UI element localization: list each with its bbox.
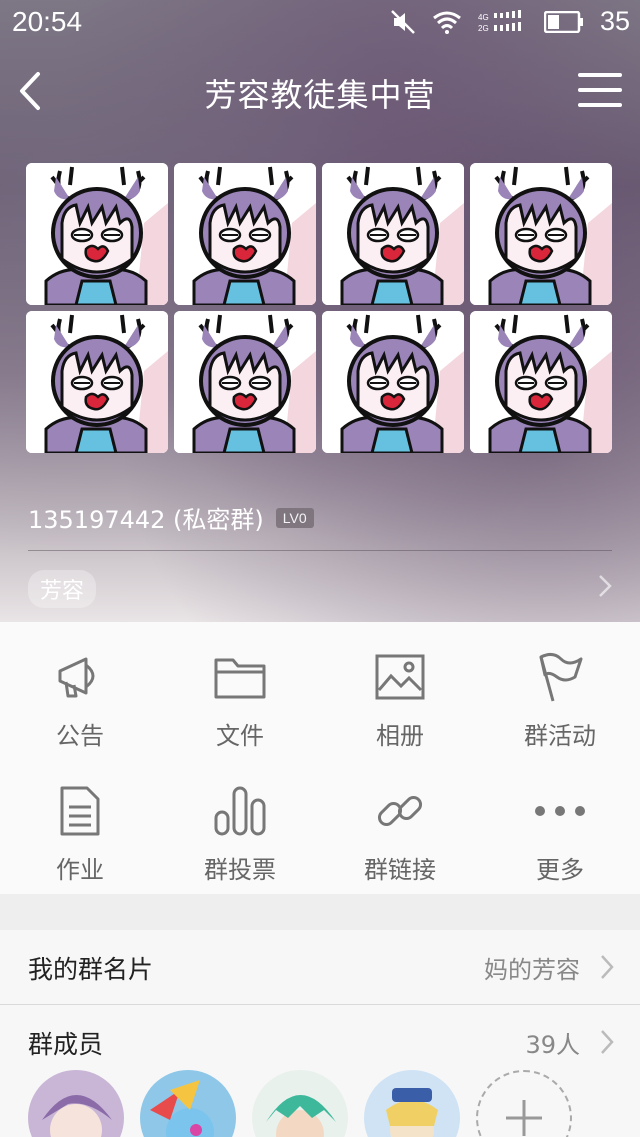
group-avatar-tile[interactable] xyxy=(26,311,168,453)
signal-icon: 4G 2G xyxy=(478,9,521,33)
divider xyxy=(28,550,612,551)
chevron-right-icon[interactable] xyxy=(598,574,612,598)
func-label: 公告 xyxy=(56,722,104,750)
group-avatar-tile[interactable] xyxy=(322,163,464,305)
group-avatar-tile[interactable] xyxy=(470,163,612,305)
hamburger-icon xyxy=(578,73,622,107)
add-member-button[interactable] xyxy=(476,1070,572,1137)
link-icon xyxy=(377,795,423,827)
chevron-right-icon xyxy=(601,955,614,979)
group-avatar-tile[interactable] xyxy=(174,311,316,453)
member-avatar[interactable] xyxy=(364,1070,460,1137)
folder-icon xyxy=(214,658,266,699)
wifi-icon xyxy=(433,11,461,34)
my-card-label: 我的群名片 xyxy=(28,955,154,984)
status-time: 20:54 xyxy=(12,6,83,37)
func-homework[interactable]: 作业 xyxy=(0,784,160,885)
mute-icon xyxy=(391,9,415,34)
level-badge: LV0 xyxy=(275,507,314,528)
member-avatar[interactable] xyxy=(252,1070,348,1137)
my-card-value: 妈的芳容 xyxy=(484,956,580,984)
group-tag[interactable]: 芳容 xyxy=(28,570,97,608)
member-avatar[interactable] xyxy=(28,1070,124,1137)
func-announcement[interactable]: 公告 xyxy=(0,650,160,751)
megaphone-icon xyxy=(58,657,95,698)
func-label: 群链接 xyxy=(364,856,436,884)
group-avatar-tile[interactable] xyxy=(470,311,612,453)
func-label: 群投票 xyxy=(204,856,276,884)
func-files[interactable]: 文件 xyxy=(160,650,320,751)
func-album[interactable]: 相册 xyxy=(320,650,480,751)
plus-icon xyxy=(506,1100,542,1136)
section-gap xyxy=(0,894,640,930)
svg-text:4G: 4G xyxy=(478,13,489,22)
battery-icon xyxy=(543,10,583,33)
group-avatar-grid[interactable] xyxy=(26,163,612,453)
members-label: 群成员 xyxy=(28,1030,104,1059)
group-avatar-tile[interactable] xyxy=(26,163,168,305)
photo-icon xyxy=(375,654,425,700)
member-avatar-list xyxy=(28,1070,572,1137)
status-icons: 4G 2G 35 xyxy=(390,6,630,37)
group-avatar-tile[interactable] xyxy=(322,311,464,453)
my-card-row[interactable]: 我的群名片 妈的芳容 xyxy=(0,930,640,1004)
group-id: 135197442 (私密群) xyxy=(28,506,264,534)
nav-bar: 芳容教徒集中营 xyxy=(0,58,640,124)
more-icon xyxy=(535,806,585,816)
svg-text:2G: 2G xyxy=(478,24,489,33)
func-more[interactable]: 更多 xyxy=(480,784,640,885)
document-icon xyxy=(60,786,100,836)
func-label: 文件 xyxy=(216,722,264,750)
page-title: 芳容教徒集中营 xyxy=(204,76,436,114)
func-activity[interactable]: 群活动 xyxy=(480,650,640,751)
func-label: 相册 xyxy=(376,722,424,750)
func-vote[interactable]: 群投票 xyxy=(160,784,320,885)
chevron-right-icon xyxy=(601,1030,614,1054)
func-label: 更多 xyxy=(536,856,584,884)
menu-button[interactable] xyxy=(578,70,622,110)
bar-chart-icon xyxy=(214,786,266,836)
member-avatar[interactable] xyxy=(140,1070,236,1137)
func-link[interactable]: 群链接 xyxy=(320,784,480,885)
func-label: 群活动 xyxy=(524,722,596,750)
status-bar: 20:54 4G 2G 35 xyxy=(0,0,640,46)
func-label: 作业 xyxy=(56,856,104,884)
members-count: 39人 xyxy=(525,1031,580,1059)
battery-level: 35 xyxy=(599,6,630,36)
group-id-row: 135197442 (私密群) LV0 xyxy=(28,500,314,535)
function-grid: 公告 文件 相册 群活动 作业 群投票 群链接 更多 xyxy=(0,622,640,894)
flag-icon xyxy=(539,652,583,702)
group-header: 20:54 4G 2G 35 芳容教徒集中营 135197442 (私密群) L… xyxy=(0,0,640,622)
group-avatar-tile[interactable] xyxy=(174,163,316,305)
